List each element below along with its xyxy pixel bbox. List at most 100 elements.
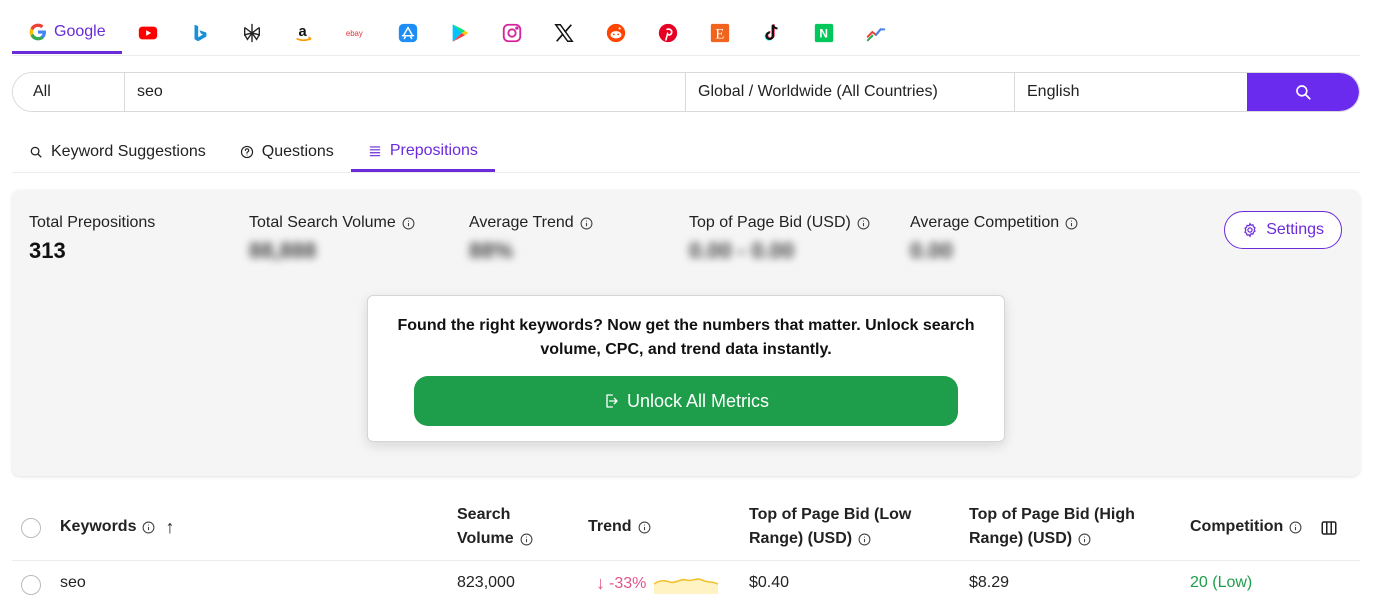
- svg-text:a: a: [298, 24, 307, 40]
- table-header: Keywords ↑ Search Volume Trend Top of Pa…: [12, 500, 1360, 561]
- row-bid-low: $0.40: [749, 574, 790, 591]
- info-icon[interactable]: [638, 521, 651, 534]
- engine-tab-pinterest[interactable]: [642, 12, 694, 54]
- column-header-competition-label: Competition: [1190, 518, 1284, 535]
- engine-tab-etsy[interactable]: E: [694, 12, 746, 54]
- stat-average-competition-label: Average Competition: [910, 214, 1060, 231]
- gear-icon: [1244, 222, 1256, 238]
- info-icon[interactable]: [857, 217, 870, 230]
- language-select[interactable]: English: [1015, 73, 1247, 111]
- engine-tab-perplexity[interactable]: [226, 12, 278, 54]
- engine-tab-x[interactable]: [538, 12, 590, 54]
- row-search-volume: 823,000: [457, 574, 515, 591]
- stat-top-of-page-bid-label: Top of Page Bid (USD): [689, 214, 851, 231]
- stat-top-of-page-bid-value: 0.00 - 0.00: [689, 238, 795, 263]
- row-bid-high: $8.29: [969, 574, 1010, 591]
- row-checkbox[interactable]: [21, 575, 41, 595]
- engine-tab-amazon[interactable]: a: [278, 12, 330, 54]
- column-header-search-volume-line2-row: Volume: [457, 527, 533, 551]
- column-header-bid-high-line2-row: Range) (USD): [969, 527, 1135, 551]
- trends-icon: [866, 28, 885, 42]
- info-icon[interactable]: [1289, 521, 1302, 534]
- settings-button[interactable]: Settings: [1224, 211, 1342, 249]
- columns-icon[interactable]: [1320, 519, 1338, 537]
- column-header-bid-high[interactable]: Top of Page Bid (High Range) (USD): [969, 503, 1135, 551]
- engine-tab-reddit[interactable]: [590, 12, 642, 54]
- engine-tab-bing[interactable]: [174, 12, 226, 54]
- search-type-value: All: [33, 83, 51, 100]
- unlock-message: Found the right keywords? Now get the nu…: [397, 317, 975, 358]
- info-icon[interactable]: [520, 533, 533, 546]
- stat-total-search-volume-value: 88,888: [249, 238, 317, 263]
- column-header-bid-low-line2-row: Range) (USD): [749, 527, 911, 551]
- row-trend-value: -33%: [609, 574, 647, 592]
- info-icon[interactable]: [402, 217, 415, 230]
- amazon-icon: a: [295, 24, 312, 42]
- column-header-bid-low[interactable]: Top of Page Bid (Low Range) (USD): [749, 503, 911, 551]
- stat-total-prepositions-value: 313: [29, 238, 66, 263]
- engine-tab-naver[interactable]: N: [798, 12, 850, 54]
- info-icon[interactable]: [580, 217, 593, 230]
- engine-tab-youtube[interactable]: [122, 12, 174, 54]
- column-header-keywords-label: Keywords: [60, 518, 137, 535]
- tab-keyword-suggestions-label: Keyword Suggestions: [51, 143, 206, 160]
- column-header-search-volume-line2: Volume: [457, 530, 514, 547]
- sign-in-icon: [606, 394, 618, 408]
- engine-tab-tiktok[interactable]: [746, 12, 798, 54]
- row-keyword[interactable]: seo: [60, 574, 86, 592]
- stat-average-trend: Average Trend 88%: [469, 214, 593, 264]
- country-select[interactable]: Global / Worldwide (All Countries): [686, 73, 1015, 111]
- column-header-search-volume[interactable]: Search Volume: [457, 503, 533, 551]
- unlock-all-metrics-button[interactable]: Unlock All Metrics: [414, 376, 958, 426]
- search-button[interactable]: [1247, 73, 1359, 111]
- list-icon: [369, 145, 381, 156]
- column-header-competition[interactable]: Competition: [1190, 515, 1302, 539]
- row-trend: ↓ -33%: [596, 573, 719, 594]
- column-header-trend[interactable]: Trend: [588, 515, 651, 539]
- tab-prepositions-label: Prepositions: [389, 141, 478, 159]
- svg-text:ebay: ebay: [346, 29, 363, 38]
- instagram-icon: [502, 23, 521, 43]
- tab-prepositions[interactable]: Prepositions: [350, 132, 495, 172]
- settings-button-label: Settings: [1266, 221, 1324, 238]
- tab-questions-label: Questions: [261, 143, 334, 160]
- engine-tab-ebay[interactable]: ebay: [330, 12, 382, 54]
- tiktok-icon: [764, 24, 778, 41]
- stat-average-competition-label-row: Average Competition: [910, 214, 1078, 232]
- engine-tab-trends[interactable]: [850, 12, 902, 54]
- tab-keyword-suggestions[interactable]: Keyword Suggestions: [12, 132, 223, 172]
- stat-top-of-page-bid: Top of Page Bid (USD) 0.00 - 0.00: [689, 214, 870, 264]
- engine-tab-instagram[interactable]: [486, 12, 538, 54]
- info-icon[interactable]: [1065, 217, 1078, 230]
- search-icon: [1296, 85, 1311, 100]
- pinterest-icon: [658, 23, 677, 43]
- column-header-keywords[interactable]: Keywords ↑: [60, 515, 174, 539]
- engine-tab-app-store[interactable]: [382, 12, 434, 54]
- info-icon[interactable]: [858, 533, 871, 546]
- stat-average-competition-value: 0.00: [910, 238, 953, 263]
- select-all-checkbox[interactable]: [21, 518, 41, 538]
- row-competition: 20 (Low): [1190, 574, 1253, 591]
- search-type-select[interactable]: All: [13, 73, 125, 111]
- sort-ascending-icon[interactable]: ↑: [165, 515, 174, 539]
- info-icon[interactable]: [142, 521, 155, 534]
- country-value: Global / Worldwide (All Countries): [698, 83, 938, 100]
- trend-down-arrow-icon: ↓: [596, 573, 605, 593]
- naver-icon: N: [814, 23, 833, 43]
- engine-tab-google[interactable]: Google: [12, 12, 122, 54]
- google-play-icon: [452, 24, 468, 42]
- engine-tab-google-play[interactable]: [434, 12, 486, 54]
- tab-questions[interactable]: Questions: [223, 132, 351, 172]
- search-input[interactable]: [137, 83, 685, 101]
- search-bar: All Global / Worldwide (All Countries) E…: [12, 72, 1360, 112]
- column-header-search-volume-line1: Search: [457, 506, 511, 523]
- question-circle-icon: [240, 145, 253, 159]
- ebay-icon: ebay: [346, 29, 363, 38]
- unlock-metrics-card: Found the right keywords? Now get the nu…: [367, 295, 1005, 442]
- info-icon[interactable]: [1078, 533, 1091, 546]
- language-value: English: [1027, 83, 1080, 100]
- stat-average-trend-value: 88%: [469, 238, 514, 263]
- svg-text:N: N: [819, 27, 828, 41]
- column-header-bid-low-line2: Range) (USD): [749, 530, 853, 547]
- google-icon: [29, 23, 46, 40]
